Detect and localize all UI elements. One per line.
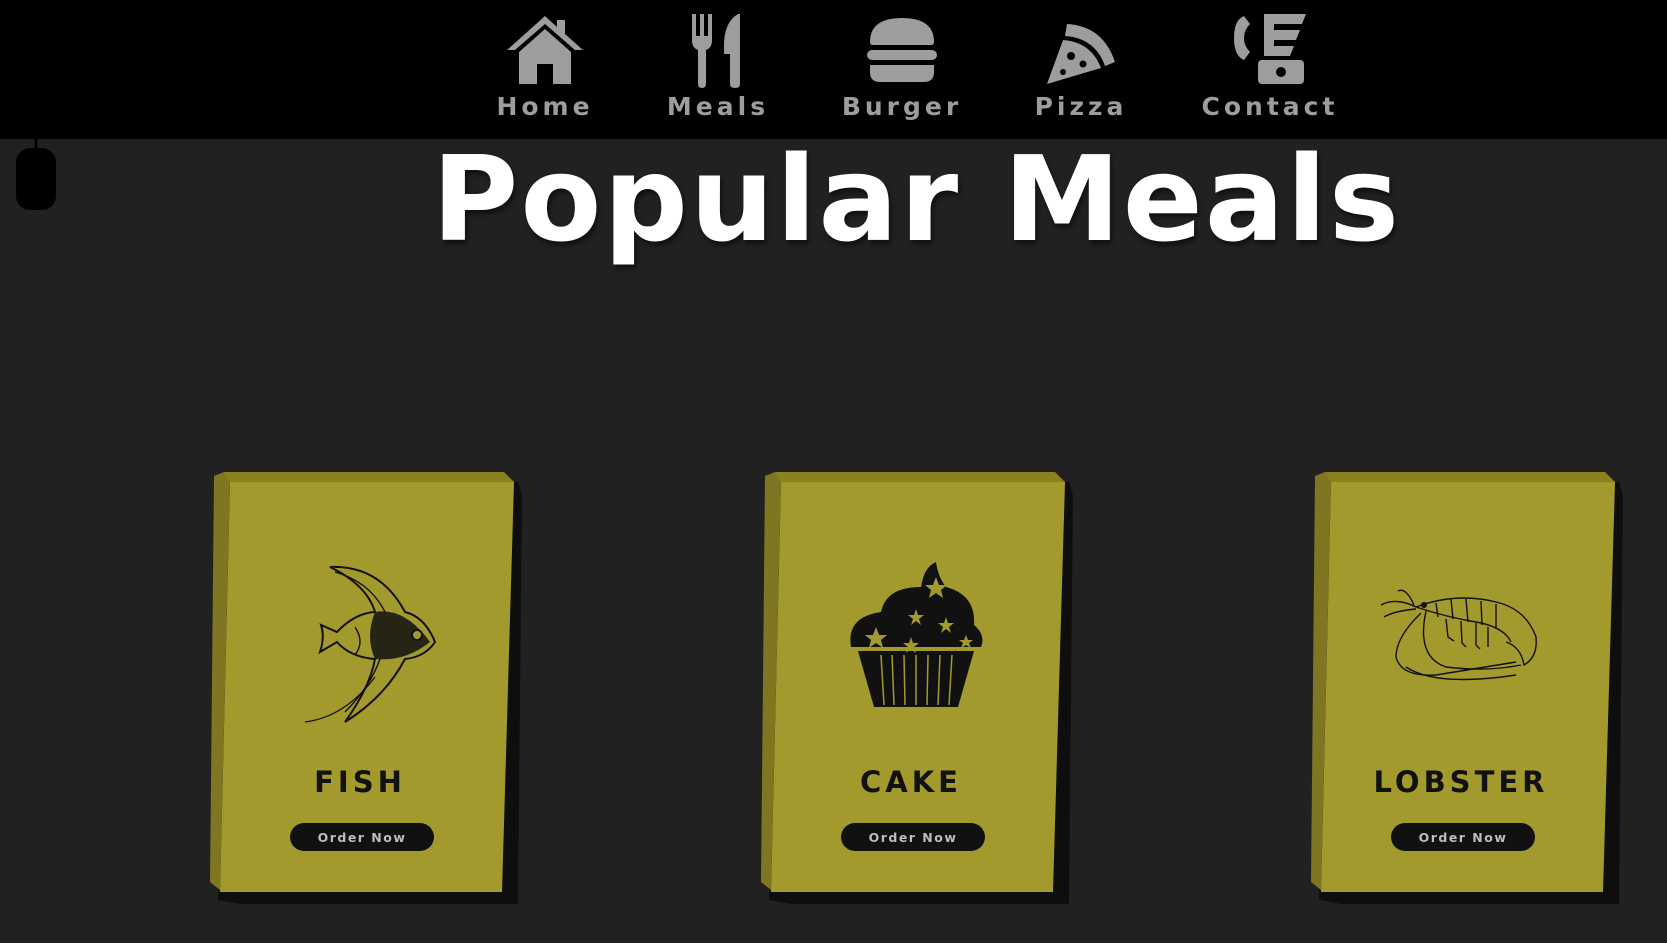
order-now-button[interactable]: Order Now bbox=[290, 823, 434, 851]
order-now-button[interactable]: Order Now bbox=[1391, 823, 1535, 851]
phone-icon bbox=[1234, 14, 1306, 84]
nav-item-burger[interactable]: Burger bbox=[812, 12, 992, 127]
nav-item-contact[interactable]: Contact bbox=[1180, 12, 1360, 127]
fish-illustration bbox=[304, 565, 437, 723]
card-title: LOBSTER bbox=[1373, 765, 1549, 799]
nav-item-pizza[interactable]: Pizza bbox=[991, 12, 1171, 127]
order-now-button[interactable]: Order Now bbox=[841, 823, 985, 851]
home-icon bbox=[507, 16, 583, 84]
nav-label-meals: Meals bbox=[666, 92, 770, 121]
card-title: CAKE bbox=[859, 765, 962, 799]
pizza-icon bbox=[1047, 24, 1115, 84]
shrimp-illustration bbox=[1380, 589, 1537, 681]
nav-label-home: Home bbox=[496, 92, 594, 121]
nav-item-meals[interactable]: Meals bbox=[628, 12, 808, 127]
nav-label-burger: Burger bbox=[841, 92, 963, 121]
nav-item-home[interactable]: Home bbox=[455, 12, 635, 127]
meal-card-lobster: LOBSTER Order Now bbox=[1311, 472, 1623, 904]
page-title: Popular Meals bbox=[431, 130, 1402, 268]
utensils-icon bbox=[692, 14, 740, 88]
burger-icon bbox=[867, 18, 937, 82]
cupcake-illustration bbox=[850, 562, 983, 707]
meal-card-cake: CAKE Order Now bbox=[761, 472, 1073, 904]
meal-card-fish: FISH Order Now bbox=[210, 472, 522, 904]
nav-label-pizza: Pizza bbox=[1034, 92, 1128, 121]
top-navbar: Home Meals Burger Pizza Contact bbox=[0, 0, 1667, 139]
nav-label-contact: Contact bbox=[1201, 92, 1339, 121]
card-title: FISH bbox=[314, 765, 406, 799]
